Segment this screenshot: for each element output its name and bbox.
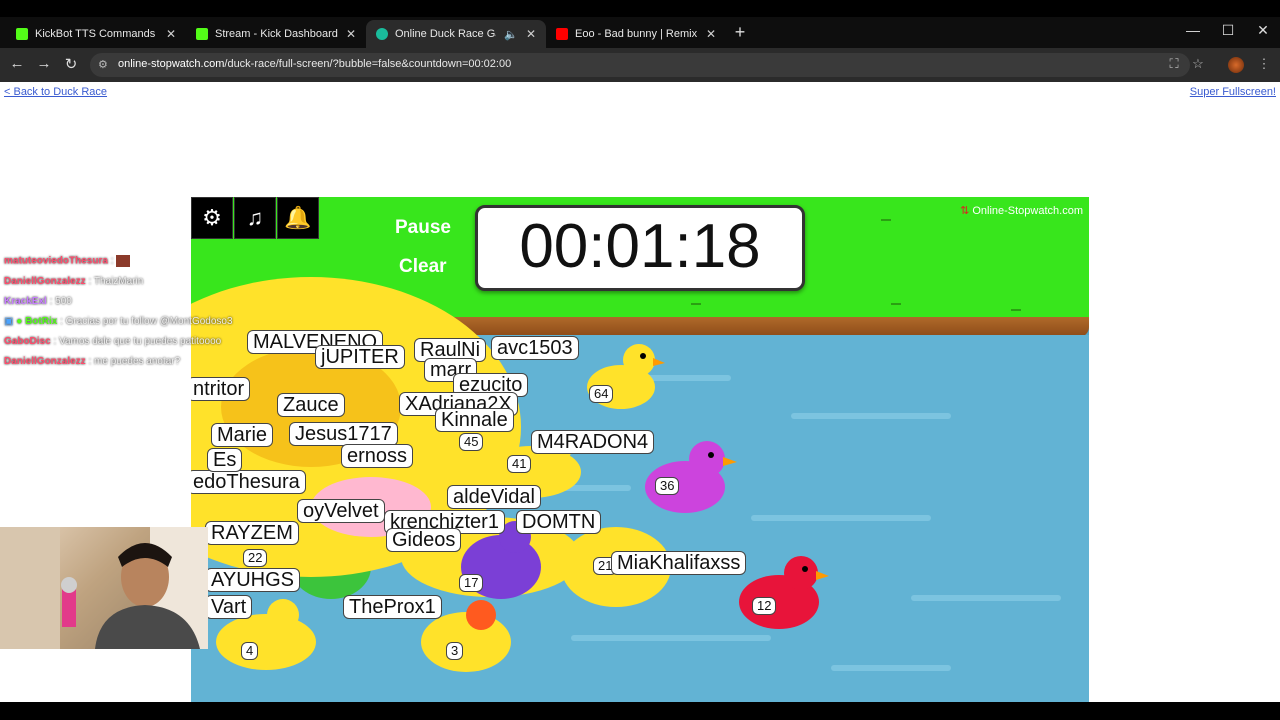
- duck-name-label: RAYZEM: [205, 521, 299, 545]
- tab-kick-dashboard[interactable]: Stream - Kick Dashboard ✕: [186, 20, 366, 48]
- star-icon[interactable]: ☆: [1189, 56, 1207, 72]
- youtube-favicon-icon: [556, 28, 568, 40]
- close-tab-icon[interactable]: ✕: [346, 27, 356, 41]
- duck-number: 4: [241, 642, 259, 660]
- chat-message: matuteoviedoThesura :: [4, 255, 131, 267]
- chat-message: DaniellGonzalezz : me puedes anotar?: [4, 356, 181, 367]
- duck-name-label: ntritor: [191, 377, 251, 401]
- duck-number: 17: [459, 574, 484, 592]
- speaker-icon[interactable]: 🔈: [504, 28, 518, 41]
- arrow-right-icon[interactable]: →: [33, 55, 55, 72]
- address-bar[interactable]: ⚙ online-stopwatch.com/duck-race/full-sc…: [90, 53, 1190, 77]
- close-tab-icon[interactable]: ✕: [526, 27, 536, 41]
- back-to-duck-race-link[interactable]: < Back to Duck Race: [4, 86, 107, 98]
- duck-name-label: TheProx1: [343, 595, 442, 619]
- verified-badge-icon: ●: [16, 316, 23, 327]
- duck-name-label: edoThesura: [191, 470, 306, 494]
- reload-icon[interactable]: ↻: [60, 55, 82, 73]
- browser-toolbar: ← → ↻ ⚙ online-stopwatch.com/duck-race/f…: [0, 48, 1280, 82]
- screen: KickBot TTS Commands ✕ Stream - Kick Das…: [0, 0, 1280, 720]
- chat-message: DaniellGonzalezz : ThaizMarin: [4, 276, 144, 287]
- tab-title: Eoo - Bad bunny | Remix intro p: [575, 28, 698, 40]
- translate-icon[interactable]: ⛶: [1165, 56, 1183, 72]
- url-text[interactable]: online-stopwatch.com/duck-race/full-scre…: [118, 58, 511, 70]
- duck-name-label: jUPITER: [315, 345, 405, 369]
- webcam-person-image: [0, 527, 208, 649]
- tab-kickbot[interactable]: KickBot TTS Commands ✕: [6, 20, 186, 48]
- duck-number: 22: [243, 549, 268, 567]
- stopwatch-favicon-icon: [376, 28, 388, 40]
- duck-number: 64: [589, 385, 614, 403]
- arrow-left-icon[interactable]: ←: [6, 55, 28, 72]
- duck-race-game[interactable]: ⚙ ♫ 🔔 Pause Clear 00:01:18 ⇅ Online-Stopw…: [191, 197, 1089, 702]
- duck: [739, 556, 829, 629]
- super-fullscreen-link[interactable]: Super Fullscreen!: [1190, 86, 1276, 98]
- emote-icon: [116, 255, 131, 267]
- duck-name-label: Vart: [205, 595, 253, 619]
- duck-name-label: Es: [207, 448, 243, 472]
- kebab-menu-icon[interactable]: ⋮: [1255, 56, 1273, 72]
- tab-duck-race[interactable]: Online Duck Race Game 🔈 ✕: [366, 20, 546, 48]
- duck-name-label: Marie: [211, 423, 274, 447]
- duck-name-label: avc1503: [491, 336, 579, 360]
- bot-badge-icon: ▣: [4, 316, 14, 327]
- duck-name-label: ernoss: [341, 444, 414, 468]
- duck-number: 36: [655, 477, 680, 495]
- tab-title: KickBot TTS Commands: [35, 28, 156, 40]
- tab-strip: KickBot TTS Commands ✕ Stream - Kick Das…: [0, 0, 1280, 48]
- new-tab-button[interactable]: +: [730, 22, 750, 43]
- duck-number: 3: [446, 642, 464, 660]
- tab-youtube[interactable]: Eoo - Bad bunny | Remix intro p ✕: [546, 20, 726, 48]
- duck-name-label: M4RADON4: [531, 430, 655, 454]
- chat-message: KrackExl : 500: [4, 296, 72, 307]
- duck-name-label: aldeVidal: [447, 485, 541, 509]
- close-tab-icon[interactable]: ✕: [706, 27, 716, 41]
- duck-name-label: Kinnale: [435, 408, 514, 432]
- kick-favicon-icon: [196, 28, 208, 40]
- kick-favicon-icon: [16, 28, 28, 40]
- chat-message: ▣ ● BotRix : Gracias por tu follow @Mont…: [4, 316, 233, 327]
- tab-title: Stream - Kick Dashboard: [215, 28, 338, 40]
- duck-number: 12: [752, 597, 777, 615]
- webcam-overlay: [0, 527, 208, 649]
- close-tab-icon[interactable]: ✕: [166, 27, 176, 41]
- tab-title: Online Duck Race Game: [395, 28, 496, 40]
- duck-number: 41: [507, 455, 532, 473]
- duck-number: 45: [459, 433, 484, 451]
- duck-name-label: Zauce: [277, 393, 345, 417]
- duck-name-label: Gideos: [386, 528, 462, 552]
- screen-bottom-bar: [0, 702, 1280, 720]
- close-window-icon[interactable]: ✕: [1253, 22, 1273, 39]
- duck-name-label: Jesus1717: [289, 422, 398, 446]
- chat-message: GaboDisc : Vamos dale que tu puedes pati…: [4, 336, 222, 347]
- maximize-icon[interactable]: ☐: [1218, 22, 1238, 39]
- minimize-icon[interactable]: —: [1183, 22, 1203, 38]
- profile-avatar[interactable]: [1228, 57, 1244, 73]
- duck-name-label: oyVelvet: [297, 499, 385, 523]
- duck-name-label: MiaKhalifaxss: [611, 551, 747, 575]
- duck-name-label: AYUHGS: [205, 568, 300, 592]
- site-info-icon[interactable]: ⚙: [98, 58, 108, 71]
- duck-name-label: DOMTN: [516, 510, 602, 534]
